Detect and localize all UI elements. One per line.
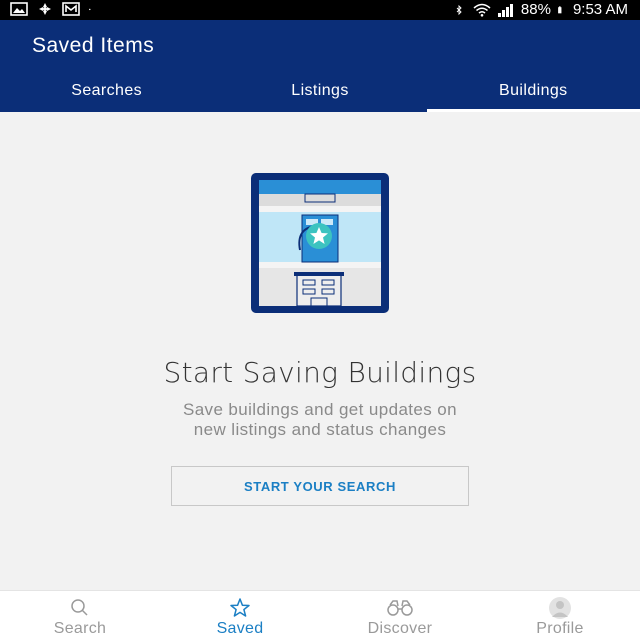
tab-listings[interactable]: Listings <box>213 76 426 112</box>
wifi-icon <box>473 3 491 17</box>
battery-icon <box>558 5 562 13</box>
start-search-button[interactable]: START YOUR SEARCH <box>171 466 469 506</box>
nav-label-search: Search <box>53 620 107 637</box>
nav-item-search[interactable]: Search <box>0 591 160 640</box>
description-line-2: new listings and status changes <box>193 420 447 439</box>
nav-label-saved: Saved <box>216 620 264 637</box>
signal-icon <box>497 3 513 17</box>
tab-buildings[interactable]: Buildings <box>426 76 640 112</box>
bluetooth-icon <box>456 4 462 15</box>
nav-item-saved[interactable]: Saved <box>160 591 320 640</box>
dot-icon <box>89 8 91 11</box>
page-title: Saved Items <box>32 34 155 57</box>
star-icon <box>230 598 250 617</box>
nav-label-profile: Profile <box>536 620 584 637</box>
description-line-1: Save buildings and get updates on <box>182 400 458 419</box>
status-left-icons <box>10 2 96 16</box>
tab-bar: Searches Listings Buildings <box>0 76 640 112</box>
saved-building-illustration <box>251 173 389 313</box>
nav-item-discover[interactable]: Discover <box>320 591 480 640</box>
image-notification-icon <box>10 2 28 16</box>
profile-icon <box>549 597 571 619</box>
clock: 9:53 AM <box>572 1 628 18</box>
tab-searches[interactable]: Searches <box>0 76 213 112</box>
status-bar: 88% 9:53 AM <box>0 0 640 20</box>
status-right: 88% 9:53 AM <box>455 1 628 18</box>
empty-state-title: Start Saving Buildings <box>163 356 477 389</box>
mail-notification-icon <box>62 2 80 16</box>
search-icon <box>71 599 88 616</box>
bottom-nav: Search Saved Discover Profile <box>0 590 640 640</box>
nav-label-discover: Discover <box>367 620 433 637</box>
empty-state-description: Save buildings and get updates on new li… <box>0 400 640 440</box>
nav-item-profile[interactable]: Profile <box>480 591 640 640</box>
pinwheel-notification-icon <box>39 3 51 15</box>
app-header: Saved Items Searches Listings Buildings <box>0 20 640 112</box>
binoculars-icon <box>387 600 413 616</box>
empty-state: Start Saving Buildings Save buildings an… <box>0 112 640 590</box>
battery-percent: 88% <box>520 1 551 18</box>
